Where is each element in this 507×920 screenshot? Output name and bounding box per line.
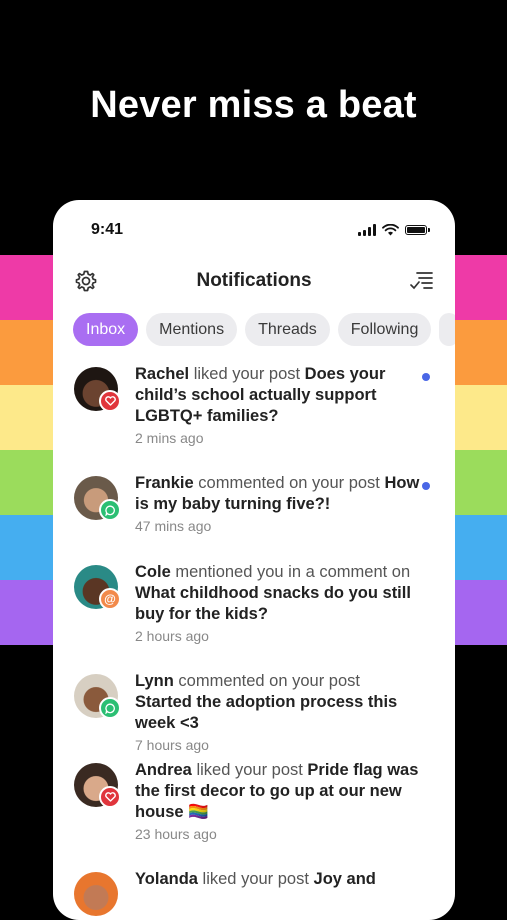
header-bar: Notifications [53, 264, 455, 296]
notification-action: liked your post [191, 761, 308, 779]
notification-text: Frankie commented on your post How is my… [135, 473, 421, 515]
notification-time: 47 mins ago [135, 518, 212, 534]
list-item[interactable]: Frankie commented on your post How is my… [53, 473, 455, 562]
list-item[interactable]: Rachel liked your post Does your child’s… [53, 364, 455, 473]
tab-more[interactable] [439, 313, 455, 346]
notification-user: Rachel [135, 365, 190, 383]
notification-list: Rachel liked your post Does your child’s… [53, 364, 455, 920]
notification-text: Lynn commented on your post Started the … [135, 671, 421, 734]
status-time: 9:41 [91, 221, 124, 238]
notification-user: Cole [135, 563, 171, 581]
comment-badge-icon [99, 499, 121, 521]
page-title: Notifications [196, 270, 312, 291]
heart-badge-icon [99, 390, 121, 412]
list-item[interactable]: Andrea liked your post Pride flag was th… [53, 760, 455, 869]
notification-action: mentioned you in a comment on [170, 563, 411, 581]
notification-post[interactable]: What childhood snacks do you still buy f… [135, 584, 411, 623]
notification-text: Cole mentioned you in a comment on What … [135, 562, 421, 625]
tab-mentions[interactable]: Mentions [146, 313, 238, 346]
list-item[interactable]: @ Cole mentioned you in a comment on Wha… [53, 562, 455, 671]
notification-text: Rachel liked your post Does your child’s… [135, 364, 421, 427]
notification-action: commented on your post [173, 672, 360, 690]
list-item[interactable]: Yolanda liked your post Joy and [53, 869, 455, 920]
notification-user: Frankie [135, 474, 194, 492]
notification-text: Andrea liked your post Pride flag was th… [135, 760, 421, 823]
notification-time: 7 hours ago [135, 737, 209, 753]
heart-badge-icon [99, 786, 121, 808]
notification-action: liked your post [197, 870, 314, 888]
list-item[interactable]: Lynn commented on your post Started the … [53, 671, 455, 760]
notification-user: Yolanda [135, 870, 198, 888]
notification-text: Yolanda liked your post Joy and [135, 869, 421, 890]
tab-following[interactable]: Following [337, 313, 432, 346]
notification-user: Lynn [135, 672, 174, 690]
notification-action: liked your post [189, 365, 305, 383]
notification-post[interactable]: Joy and [314, 870, 376, 888]
notification-user: Andrea [135, 761, 192, 779]
unread-dot [422, 482, 430, 490]
comment-badge-icon [99, 697, 121, 719]
notification-time: 2 mins ago [135, 430, 204, 446]
filter-icon[interactable] [409, 268, 435, 294]
tab-threads[interactable]: Threads [245, 313, 330, 346]
mention-badge-icon: @ [99, 588, 121, 610]
unread-dot [422, 373, 430, 381]
avatar [74, 872, 118, 916]
status-icons [358, 224, 430, 236]
status-bar: 9:41 [53, 221, 455, 241]
phone-screen: 9:41 Notifications Inbox Mentions Thread… [53, 200, 455, 920]
notification-time: 2 hours ago [135, 628, 209, 644]
notification-time: 23 hours ago [135, 826, 217, 842]
tab-bar: Inbox Mentions Threads Following [73, 313, 455, 346]
wifi-icon [382, 224, 399, 236]
notification-action: commented on your post [193, 474, 385, 492]
notification-post[interactable]: Started the adoption process this week <… [135, 693, 397, 732]
headline: Never miss a beat [90, 84, 417, 126]
signal-icon [358, 224, 376, 236]
battery-icon [405, 225, 430, 235]
tab-inbox[interactable]: Inbox [73, 313, 139, 346]
